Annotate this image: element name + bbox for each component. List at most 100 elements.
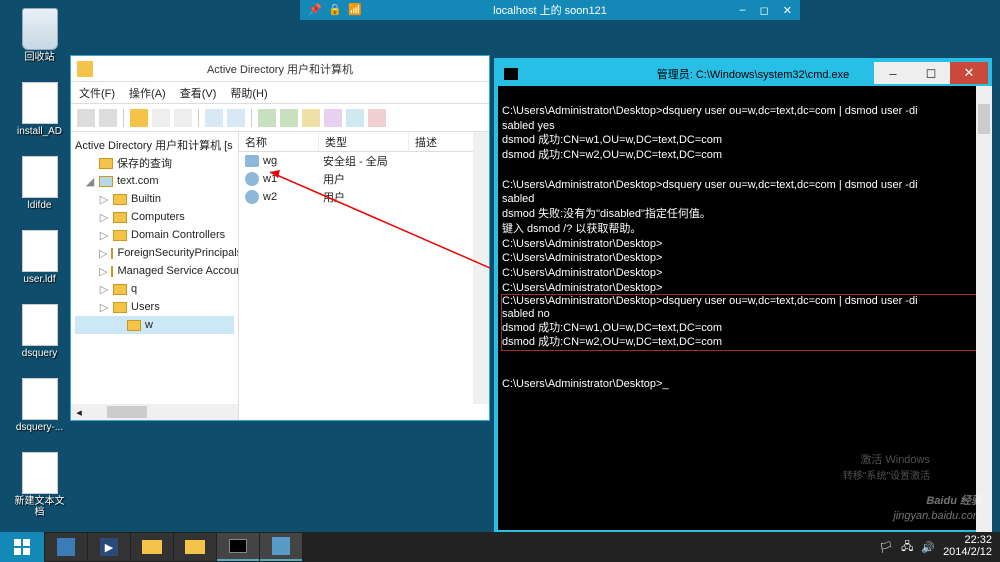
tree-hscrollbar[interactable]: ◂ [71,404,238,420]
adwin-toolbar [71,104,489,132]
folder-icon [185,540,205,554]
term-line: dsmod 失败:没有为"disabled"指定任何值。 [502,208,711,220]
adwin-menubar[interactable]: 文件(F) 操作(A) 查看(V) 帮助(H) [71,82,489,104]
menu-file[interactable]: 文件(F) [79,85,115,101]
desktop-icon-dsquery[interactable]: dsquery [12,304,67,359]
system-tray[interactable]: 🏳 🖧 🔊 22:32 2014/2/12 [879,535,1000,558]
list-header[interactable]: 名称 类型 描述 [239,132,489,152]
tree-item[interactable]: 保存的查询 [75,154,234,172]
tb-filter-icon[interactable] [324,109,342,127]
adwin-vscrollbar[interactable] [473,132,489,404]
tree-item[interactable]: ▷ForeignSecurityPrincipals [75,244,234,262]
desktop-icon-dsquery-2[interactable]: dsquery-... [12,378,67,433]
windows-logo-icon [14,539,30,555]
taskbar-aduc[interactable] [260,533,302,561]
tray-flag-icon[interactable]: 🏳 [879,541,893,554]
taskbar-server-manager[interactable] [45,533,87,561]
taskbar-powershell[interactable]: ▶ [88,533,130,561]
tb-addquery-icon[interactable] [368,109,386,127]
taskbar-clock[interactable]: 22:32 2014/2/12 [943,535,992,558]
term-line: C:\Users\Administrator\Desktop> [502,238,662,250]
tree-item[interactable]: ▷q [75,280,234,298]
desktop-icon-user-ldf[interactable]: user.ldf [12,230,67,285]
tb-newgroup-icon[interactable] [280,109,298,127]
aduc-icon [272,537,290,555]
tree-item[interactable]: ◢text.com [75,172,234,190]
connection-title: localhost 上的 soon121 [493,2,607,18]
tray-network-icon[interactable]: 🖧 [901,538,913,557]
desktop-icon-new-text[interactable]: 新建文本文 档 [12,452,67,518]
term-line: dsmod 成功:CN=w2,OU=w,DC=text,DC=com [502,149,722,161]
cmd-close-button[interactable]: ✕ [950,62,988,84]
cmd-maximize-button[interactable]: ◻ [912,62,950,84]
cmd-vscrollbar[interactable] [976,86,992,534]
list-item[interactable]: w2用户 [239,188,489,206]
tb-refresh-icon[interactable] [227,109,245,127]
adwin-title: Active Directory 用户和计算机 [207,61,353,77]
term-highlighted: C:\Users\Administrator\Desktop>dsquery u… [502,295,984,350]
ad-users-computers-window[interactable]: Active Directory 用户和计算机 文件(F) 操作(A) 查看(V… [70,55,490,421]
menu-help[interactable]: 帮助(H) [230,85,267,101]
tree-item-selected[interactable]: w [75,316,234,334]
tb-up-icon[interactable] [130,109,148,127]
taskbar[interactable]: ▶ 🏳 🖧 🔊 22:32 2014/2/12 [0,532,1000,562]
adwin-titlebar[interactable]: Active Directory 用户和计算机 [71,56,489,82]
desktop-icon-ldifde[interactable]: ldifde [12,156,67,211]
tb-delete-icon[interactable] [174,109,192,127]
cmd-icon [229,539,247,553]
adwin-list[interactable]: 名称 类型 描述 wg安全组 - 全局 w1用户 w2用户 [239,132,489,420]
tree-item[interactable]: ▷Domain Controllers [75,226,234,244]
desktop-icon-install-ad[interactable]: install_AD [12,82,67,137]
list-item[interactable]: w1用户 [239,170,489,188]
adwin-icon [77,61,93,77]
taskbar-explorer[interactable] [131,533,173,561]
tb-newuser-icon[interactable] [258,109,276,127]
rdp-minimize-button[interactable]: – [740,4,746,17]
activate-windows-watermark: 激活 Windows转移"系统"设置激活 [843,450,930,482]
rdp-restore-button[interactable]: ◻ [760,4,769,17]
powershell-icon: ▶ [100,538,118,556]
cmd-title: 管理员: C:\Windows\system32\cmd.exe [657,66,850,82]
baidu-watermark: Baidu 经验jingyan.baidu.com [893,484,982,522]
cmd-titlebar[interactable]: 管理员: C:\Windows\system32\cmd.exe – ◻ ✕ [498,62,988,86]
tree-item[interactable]: ▷Computers [75,208,234,226]
taskbar-explorer-2[interactable] [174,533,216,561]
user-icon [245,172,259,186]
menu-action[interactable]: 操作(A) [129,85,166,101]
start-button[interactable] [0,532,44,562]
tree-root[interactable]: Active Directory 用户和计算机 [s [75,136,234,154]
cmd-terminal[interactable]: C:\Users\Administrator\Desktop>dsquery u… [498,86,988,410]
list-item[interactable]: wg安全组 - 全局 [239,152,489,170]
tray-volume-icon[interactable]: 🔊 [921,541,935,554]
signal-icon: 📶 [348,3,362,17]
cmd-minimize-button[interactable]: – [874,62,912,84]
term-line: C:\Users\Administrator\Desktop>dsquery u… [502,105,918,117]
tree-item[interactable]: ▷Builtin [75,190,234,208]
taskbar-cmd[interactable] [217,533,259,561]
tb-back-icon[interactable] [77,109,95,127]
term-line: C:\Users\Administrator\Desktop> [502,252,662,264]
tb-find-icon[interactable] [346,109,364,127]
tb-newou-icon[interactable] [302,109,320,127]
tree-item[interactable]: ▷Users [75,298,234,316]
term-line: 键入 dsmod /? 以获取帮助。 [502,223,641,235]
tree-item[interactable]: ▷Managed Service Accoun [75,262,234,280]
term-line: C:\Users\Administrator\Desktop>_ [502,378,669,390]
remote-connection-bar: 📌 🔒 📶 localhost 上的 soon121 – ◻ ✕ [300,0,800,20]
desktop-icon-recycle-bin[interactable]: 回收站 [12,8,67,63]
tb-properties-icon[interactable] [205,109,223,127]
server-manager-icon [57,538,75,556]
user-icon [245,190,259,204]
pin-icon[interactable]: 📌 [308,3,322,17]
menu-view[interactable]: 查看(V) [180,85,217,101]
cmd-icon [504,68,518,80]
tb-cut-icon[interactable] [152,109,170,127]
term-line: sabled [502,193,534,205]
term-line: C:\Users\Administrator\Desktop> [502,282,662,294]
term-line: C:\Users\Administrator\Desktop> [502,267,662,279]
term-line: C:\Users\Administrator\Desktop>dsquery u… [502,179,918,191]
rdp-close-button[interactable]: ✕ [783,4,792,17]
adwin-tree[interactable]: Active Directory 用户和计算机 [s 保存的查询 ◢text.c… [71,132,239,420]
tb-forward-icon[interactable] [99,109,117,127]
group-icon [245,155,259,167]
